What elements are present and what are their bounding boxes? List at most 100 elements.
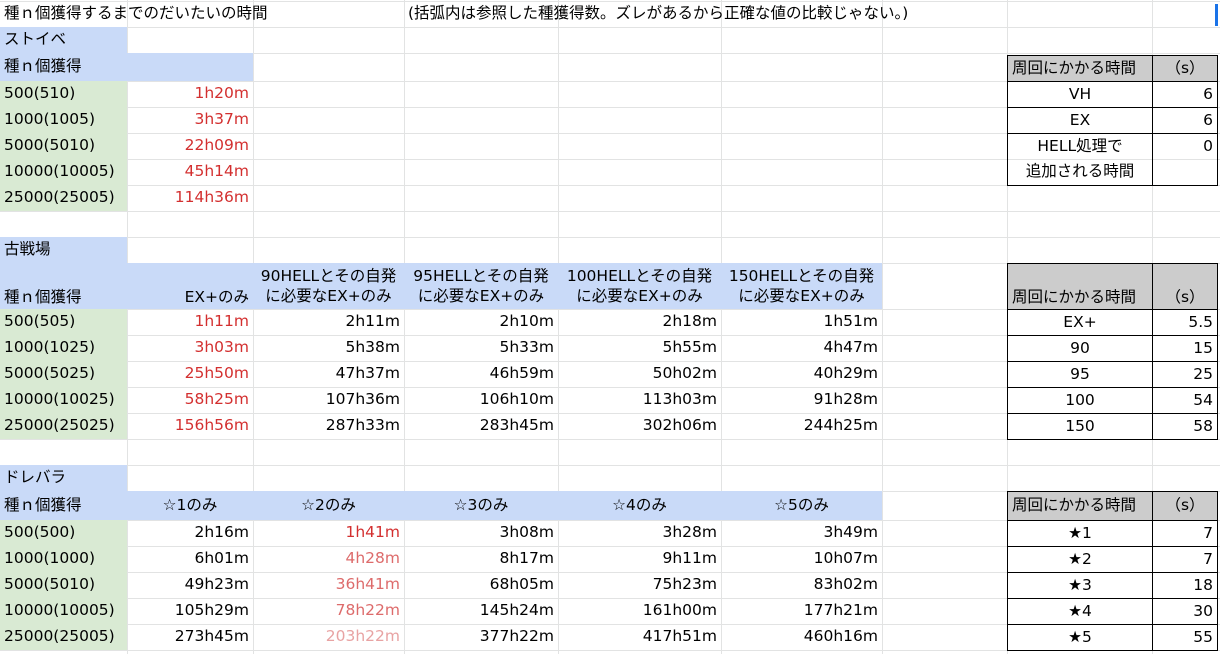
value-cell[interactable]: 3h28m [558,520,721,546]
side-value[interactable]: 7 [1152,520,1218,547]
value-cell[interactable]: 156h56m [127,413,253,439]
side-label[interactable]: 90 [1007,335,1153,362]
value-cell[interactable]: 107h36m [253,387,404,413]
value-cell[interactable]: 106h10m [404,387,558,413]
value-cell[interactable]: 113h03m [558,387,721,413]
value-cell[interactable]: 1h41m [253,520,404,546]
value-cell[interactable]: 273h45m [127,624,253,650]
column-header[interactable]: 90HELLとその自発 に必要なEX+のみ [253,263,404,309]
value-cell[interactable]: 417h51m [558,624,721,650]
value-cell[interactable]: 283h45m [404,413,558,439]
column-header[interactable]: ☆5のみ [721,491,882,520]
value-cell[interactable]: 203h22m [253,624,404,650]
side-value[interactable]: 6 [1152,81,1218,108]
value-cell[interactable]: 244h25m [721,413,882,439]
sheet-title-cell[interactable]: 種ｎ個獲得するまでのだいたいの時間 [0,1,404,27]
side-value[interactable]: 54 [1152,387,1218,414]
side-value[interactable]: 30 [1152,598,1218,625]
row-label[interactable]: 10000(10025) [0,387,127,413]
value-cell[interactable]: 2h16m [127,520,253,546]
column-header[interactable]: 95HELLとその自発 に必要なEX+のみ [404,263,558,309]
value-cell[interactable]: 46h59m [404,361,558,387]
value-cell[interactable]: 49h23m [127,572,253,598]
side-label[interactable]: ★2 [1007,546,1153,573]
side-value[interactable]: 58 [1152,413,1218,440]
side-header[interactable]: （s） [1152,263,1218,310]
value-cell[interactable]: 3h37m [127,107,253,133]
row-label[interactable]: 5000(5010) [0,133,127,159]
side-value[interactable] [1152,159,1218,186]
column-header[interactable]: 種ｎ個獲得 [0,53,127,81]
value-cell[interactable]: 36h41m [253,572,404,598]
row-label[interactable]: 500(510) [0,81,127,107]
side-label[interactable]: EX [1007,107,1153,134]
value-cell[interactable]: 68h05m [404,572,558,598]
section-name-cell[interactable]: 古戦場 [0,237,127,263]
row-label[interactable]: 1000(1025) [0,335,127,361]
side-header[interactable]: 周回にかかる時間 [1007,491,1153,521]
value-cell[interactable]: 1h20m [127,81,253,107]
value-cell[interactable]: 6h01m [127,546,253,572]
column-header[interactable]: ☆3のみ [404,491,558,520]
column-header[interactable]: 種ｎ個獲得 [0,263,127,309]
row-label[interactable]: 10000(10005) [0,159,127,185]
column-header[interactable]: ☆4のみ [558,491,721,520]
value-cell[interactable]: 75h23m [558,572,721,598]
value-cell[interactable]: 3h08m [404,520,558,546]
row-label[interactable]: 1000(1005) [0,107,127,133]
value-cell[interactable]: 5h55m [558,335,721,361]
column-header[interactable]: ☆1のみ [127,491,253,520]
row-label[interactable]: 5000(5010) [0,572,127,598]
row-label[interactable]: 25000(25025) [0,413,127,439]
column-header[interactable] [127,53,253,81]
side-label[interactable]: EX+ [1007,309,1153,336]
side-label[interactable]: 追加される時間 [1007,159,1153,186]
note-cell[interactable]: (括弧内は参照した種獲得数。ズレがあるから正確な値の比較じゃない。) [404,1,1004,27]
value-cell[interactable]: 10h07m [721,546,882,572]
value-cell[interactable]: 287h33m [253,413,404,439]
value-cell[interactable]: 3h49m [721,520,882,546]
value-cell[interactable]: 22h09m [127,133,253,159]
column-header[interactable]: 150HELLとその自発 に必要なEX+のみ [721,263,882,309]
row-label[interactable]: 500(500) [0,520,127,546]
side-label[interactable]: ★4 [1007,598,1153,625]
value-cell[interactable]: 1h11m [127,309,253,335]
value-cell[interactable]: 161h00m [558,598,721,624]
side-label[interactable]: ★1 [1007,520,1153,547]
side-value[interactable]: 7 [1152,546,1218,573]
value-cell[interactable]: 58h25m [127,387,253,413]
value-cell[interactable]: 45h14m [127,159,253,185]
side-label[interactable]: ★5 [1007,624,1153,651]
value-cell[interactable]: 47h37m [253,361,404,387]
side-value[interactable]: 5.5 [1152,309,1218,336]
value-cell[interactable]: 2h18m [558,309,721,335]
side-value[interactable]: 6 [1152,107,1218,134]
value-cell[interactable]: 3h03m [127,335,253,361]
side-value[interactable]: 15 [1152,335,1218,362]
row-label[interactable]: 1000(1000) [0,546,127,572]
value-cell[interactable]: 105h29m [127,598,253,624]
row-label[interactable]: 25000(25005) [0,185,127,211]
side-label[interactable]: 150 [1007,413,1153,440]
value-cell[interactable]: 5h33m [404,335,558,361]
side-label[interactable]: VH [1007,81,1153,108]
side-header[interactable]: （s） [1152,55,1218,82]
value-cell[interactable]: 91h28m [721,387,882,413]
section-name-cell[interactable]: ドレバラ [0,465,127,491]
row-label[interactable]: 5000(5025) [0,361,127,387]
side-value[interactable]: 18 [1152,572,1218,599]
side-value[interactable]: 55 [1152,624,1218,651]
row-label[interactable]: 25000(25005) [0,624,127,650]
column-header[interactable]: 100HELLとその自発 に必要なEX+のみ [558,263,721,309]
side-label[interactable]: 100 [1007,387,1153,414]
value-cell[interactable]: 5h38m [253,335,404,361]
value-cell[interactable]: 460h16m [721,624,882,650]
side-header[interactable]: （s） [1152,491,1218,521]
side-header[interactable]: 周回にかかる時間 [1007,263,1153,310]
value-cell[interactable]: 40h29m [721,361,882,387]
side-value[interactable]: 25 [1152,361,1218,388]
value-cell[interactable]: 9h11m [558,546,721,572]
side-value[interactable]: 0 [1152,133,1218,160]
value-cell[interactable]: 302h06m [558,413,721,439]
value-cell[interactable]: 4h28m [253,546,404,572]
